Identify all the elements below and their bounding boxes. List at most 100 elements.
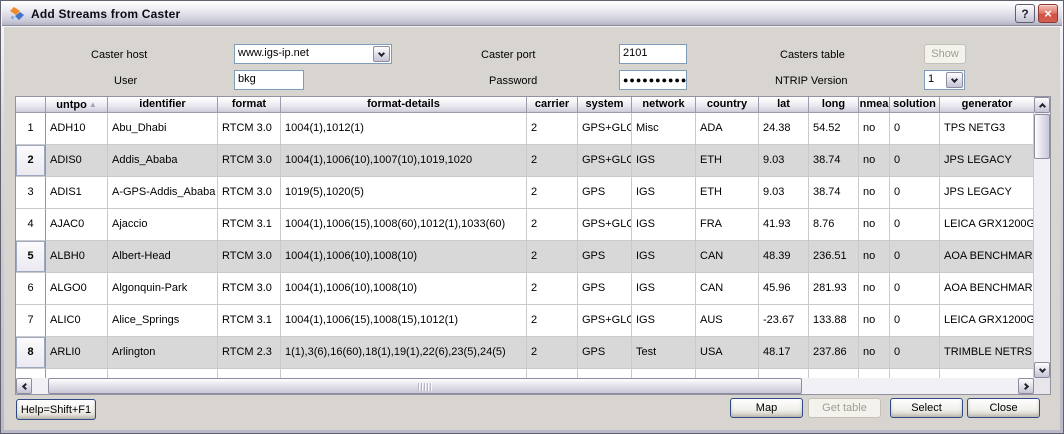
table-cell[interactable]: IGS <box>632 241 696 273</box>
table-cell[interactable]: -36.60 <box>759 369 809 378</box>
table-row[interactable]: 3ADIS1A-GPS-Addis_AbabaRTCM 3.01019(5),1… <box>16 177 1034 209</box>
table-row[interactable]: 6ALGO0Algonquin-ParkRTCM 3.01004(1),1006… <box>16 273 1034 305</box>
table-cell[interactable]: JPS LEGACY <box>940 177 1034 209</box>
table-cell[interactable]: no <box>859 369 890 378</box>
table-cell[interactable]: Albert-Head <box>108 241 218 273</box>
table-cell[interactable]: Arlington <box>108 337 218 369</box>
table-cell[interactable]: IGS <box>632 145 696 177</box>
user-input[interactable]: bkg <box>234 70 304 90</box>
table-cell[interactable]: JPS LEGACY <box>940 145 1034 177</box>
row-number-header[interactable]: 5 <box>16 241 46 273</box>
table-cell[interactable]: TRIMBLE NETR9 <box>940 369 1034 378</box>
table-cell[interactable]: 237.86 <box>809 337 859 369</box>
table-cell[interactable]: no <box>859 209 890 241</box>
table-cell[interactable]: 0 <box>890 241 940 273</box>
horizontal-scroll-track[interactable] <box>32 378 1018 394</box>
table-cell[interactable]: no <box>859 145 890 177</box>
table-cell[interactable]: 2 <box>527 305 578 337</box>
table-cell[interactable]: FRA <box>696 209 759 241</box>
table-cell[interactable]: 1004(1),1006(10),1008(10) <box>281 273 527 305</box>
table-cell[interactable]: 1019(5),1020(5) <box>281 177 527 209</box>
table-cell[interactable]: 0 <box>890 337 940 369</box>
table-cell[interactable]: ALGO0 <box>46 273 108 305</box>
row-number-header[interactable]: 7 <box>16 305 46 337</box>
row-number-header[interactable]: 2 <box>16 145 46 177</box>
table-cell[interactable]: 0 <box>890 113 940 145</box>
table-row[interactable]: 1ADH10Abu_DhabiRTCM 3.01004(1),1012(1)2G… <box>16 113 1034 145</box>
table-cell[interactable]: IGS <box>632 177 696 209</box>
table-cell[interactable]: Algonquin-Park <box>108 273 218 305</box>
title-bar[interactable]: Add Streams from Caster ? × <box>2 2 1062 26</box>
vertical-scroll-track[interactable] <box>1034 113 1050 362</box>
column-header-network[interactable]: network <box>632 97 696 112</box>
column-header-format-details[interactable]: format-details <box>281 97 527 112</box>
row-number-header[interactable]: 9 <box>16 369 46 378</box>
close-button[interactable]: Close <box>967 398 1040 418</box>
table-cell[interactable]: GPS <box>578 273 632 305</box>
table-row[interactable]: 2ADIS0Addis_AbabaRTCM 3.01004(1),1006(10… <box>16 145 1034 177</box>
table-cell[interactable]: RTCM 3.1 <box>218 209 281 241</box>
row-number-header[interactable]: 8 <box>16 337 46 369</box>
table-cell[interactable]: CAN <box>696 273 759 305</box>
table-row[interactable]: 8ARLI0ArlingtonRTCM 2.31(1),3(6),16(60),… <box>16 337 1034 369</box>
table-cell[interactable]: LEICA GRX1200GG <box>940 305 1034 337</box>
table-cell[interactable]: 2 <box>527 337 578 369</box>
table-cell[interactable]: 0 <box>890 273 940 305</box>
table-cell[interactable]: RTCM 3.1 <box>218 305 281 337</box>
table-cell[interactable]: 48.39 <box>759 241 809 273</box>
table-cell[interactable]: ADIS1 <box>46 177 108 209</box>
table-cell[interactable]: ADIS0 <box>46 145 108 177</box>
table-cell[interactable]: RTCM 3.0 <box>218 369 281 378</box>
column-header-country[interactable]: country <box>696 97 759 112</box>
table-cell[interactable]: no <box>859 241 890 273</box>
table-cell[interactable]: no <box>859 305 890 337</box>
table-cell[interactable]: no <box>859 273 890 305</box>
chevron-down-icon[interactable] <box>946 72 963 88</box>
table-cell[interactable]: 2 <box>527 145 578 177</box>
table-cell[interactable]: ALIC0 <box>46 305 108 337</box>
table-cell[interactable]: GPS+GLO <box>578 305 632 337</box>
chevron-down-icon[interactable] <box>373 46 390 62</box>
table-cell[interactable]: 1004(1),1012(1) <box>281 113 527 145</box>
table-cell[interactable]: Alice_Springs <box>108 305 218 337</box>
table-cell[interactable]: 0 <box>890 369 940 378</box>
corner-header[interactable] <box>16 97 46 112</box>
table-cell[interactable]: IGS <box>632 369 696 378</box>
column-header-lat[interactable]: lat <box>759 97 809 112</box>
table-cell[interactable]: IGS <box>632 209 696 241</box>
table-cell[interactable]: RTCM 3.0 <box>218 145 281 177</box>
table-cell[interactable]: 2 <box>527 177 578 209</box>
table-cell[interactable]: TPS NETG3 <box>940 113 1034 145</box>
table-cell[interactable]: AJAC0 <box>46 209 108 241</box>
table-cell[interactable]: -23.67 <box>759 305 809 337</box>
table-cell[interactable]: 54.52 <box>809 113 859 145</box>
column-header-solution[interactable]: solution <box>890 97 940 112</box>
table-cell[interactable]: 9.03 <box>759 177 809 209</box>
table-cell[interactable]: 1004(1),1006(10),1007(10),1019,1020 <box>281 145 527 177</box>
table-cell[interactable]: no <box>859 113 890 145</box>
table-cell[interactable]: AUS <box>696 305 759 337</box>
table-cell[interactable]: no <box>859 337 890 369</box>
table-cell[interactable]: 1004(1),1006(15),1008(60),1012(1),1033(6… <box>281 209 527 241</box>
table-cell[interactable]: RTCM 3.0 <box>218 177 281 209</box>
table-cell[interactable]: ETH <box>696 145 759 177</box>
column-header-format[interactable]: format <box>218 97 281 112</box>
caster-host-combobox[interactable]: www.igs-ip.net <box>234 44 392 64</box>
table-cell[interactable]: GPS <box>578 241 632 273</box>
table-cell[interactable]: 9.03 <box>759 145 809 177</box>
table-cell[interactable]: USA <box>696 337 759 369</box>
table-cell[interactable]: 8.76 <box>809 209 859 241</box>
row-number-header[interactable]: 1 <box>16 113 46 145</box>
horizontal-scroll-thumb[interactable] <box>48 378 802 394</box>
table-cell[interactable]: 48.17 <box>759 337 809 369</box>
vertical-scroll-thumb[interactable] <box>1034 114 1050 159</box>
table-cell[interactable]: 174.83 <box>809 369 859 378</box>
table-cell[interactable]: 2 <box>527 209 578 241</box>
table-cell[interactable]: Misc <box>632 113 696 145</box>
table-cell[interactable]: IGS <box>632 305 696 337</box>
table-cell[interactable]: 0 <box>890 209 940 241</box>
column-header-system[interactable]: system <box>578 97 632 112</box>
table-cell[interactable]: Ajaccio <box>108 209 218 241</box>
table-cell[interactable]: TRIMBLE NETRS <box>940 337 1034 369</box>
table-cell[interactable]: 2 <box>527 113 578 145</box>
